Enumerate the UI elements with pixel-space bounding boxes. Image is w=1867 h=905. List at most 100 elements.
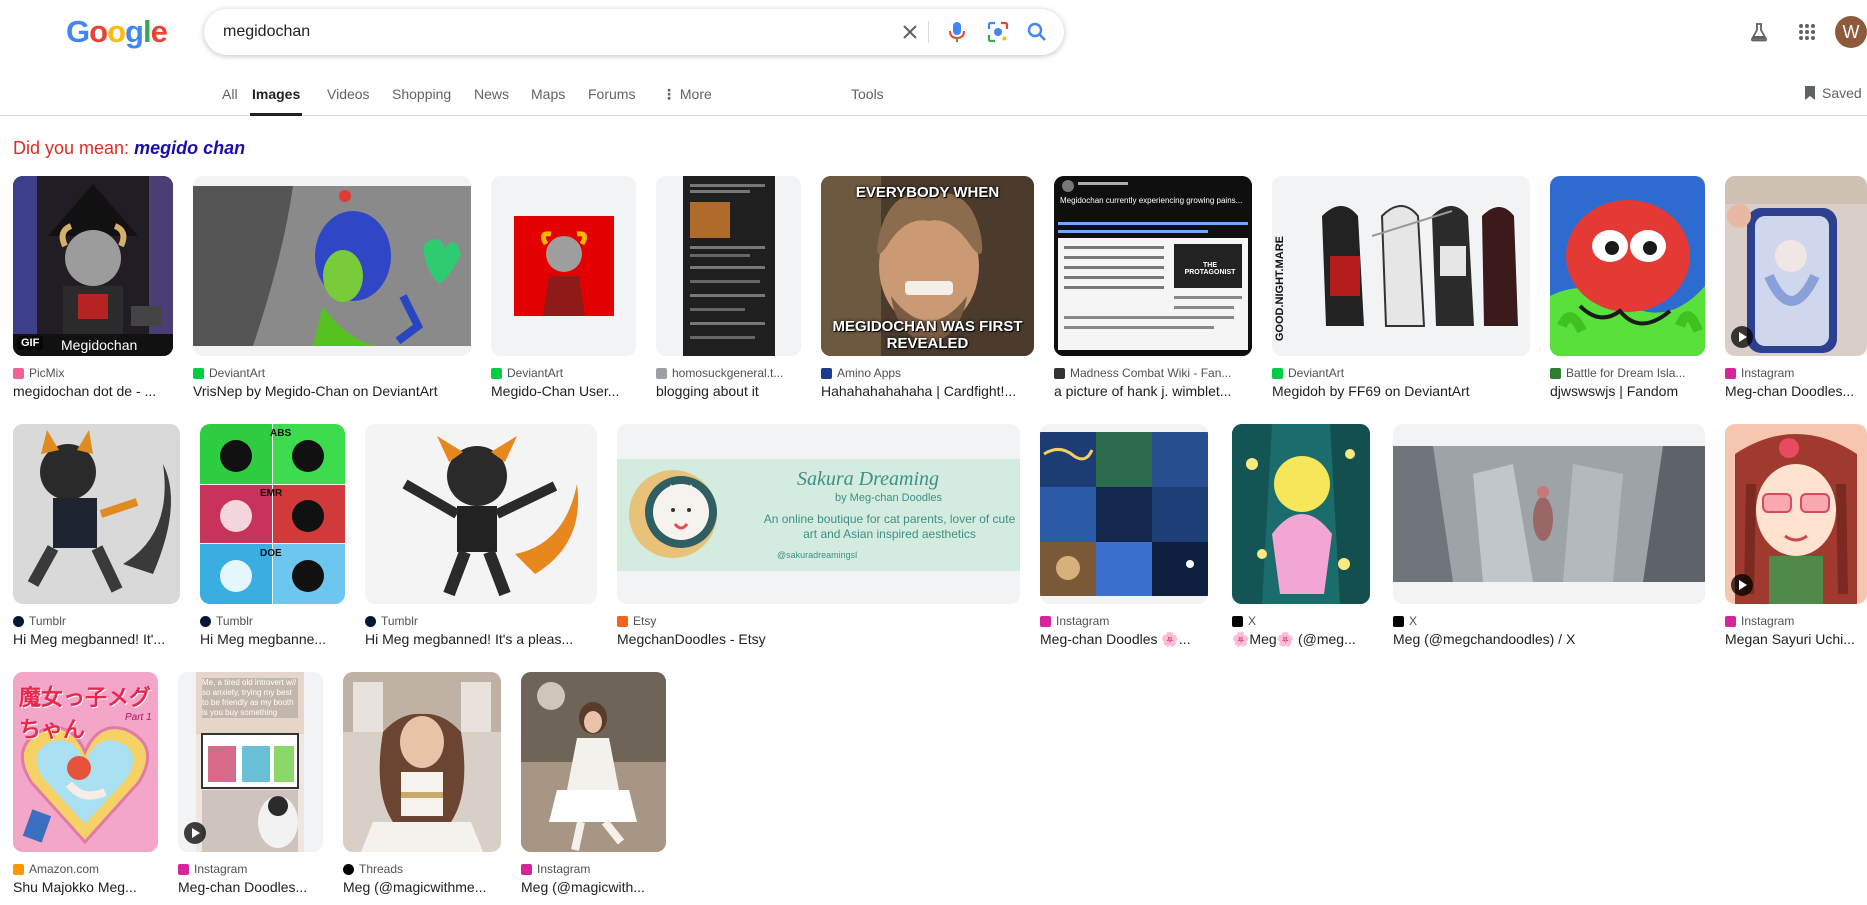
instagram-icon bbox=[1040, 615, 1051, 627]
result-title[interactable]: VrisNep by Megido-Chan on DeviantArt bbox=[193, 383, 471, 399]
thumbnail-label: ABS bbox=[270, 428, 292, 439]
result-title[interactable]: 🌸Meg🌸 (@meg... bbox=[1232, 631, 1370, 648]
image-result[interactable]: Instagram Megan Sayuri Uchi... bbox=[1725, 424, 1867, 647]
google-logo[interactable]: Google bbox=[66, 14, 168, 50]
saved-label: Saved bbox=[1822, 85, 1862, 101]
image-result[interactable]: Instagram Meg-chan Doodles... bbox=[1725, 176, 1867, 399]
thumbnail-caption: Megidochan bbox=[61, 337, 137, 353]
microphone-icon[interactable] bbox=[945, 20, 969, 44]
image-result[interactable]: homosuckgeneral.t... blogging about it bbox=[656, 176, 801, 399]
clear-icon[interactable] bbox=[898, 20, 922, 44]
source-name: Tumblr bbox=[381, 614, 418, 628]
source-name: Instagram bbox=[537, 862, 591, 876]
result-source: Amino Apps bbox=[821, 366, 1034, 380]
source-name: DeviantArt bbox=[507, 366, 564, 380]
tab-images[interactable]: Images bbox=[250, 86, 303, 116]
tab-tools[interactable]: Tools bbox=[851, 86, 884, 116]
lens-icon[interactable] bbox=[986, 20, 1010, 44]
tweet-text: Megidochan currently experiencing growin… bbox=[1060, 196, 1243, 205]
result-source: X bbox=[1393, 614, 1705, 628]
result-thumbnail: Sakura Dreaming by Meg-chan Doodles An o… bbox=[617, 424, 1020, 604]
result-source: X bbox=[1232, 614, 1370, 628]
tab-shopping[interactable]: Shopping bbox=[392, 86, 451, 116]
image-result[interactable]: Me, a tired old introvert w// so anxiety… bbox=[178, 672, 323, 895]
result-title[interactable]: Megidoh by FF69 on DeviantArt bbox=[1272, 383, 1530, 399]
result-thumbnail: Me, a tired old introvert w// so anxiety… bbox=[178, 672, 323, 852]
result-title[interactable]: djwswswjs | Fandom bbox=[1550, 383, 1705, 399]
result-source: Madness Combat Wiki - Fan... bbox=[1054, 366, 1252, 380]
image-result[interactable]: ABS EMR DOE Tumblr Hi Meg megbanne... bbox=[200, 424, 345, 647]
result-title[interactable]: Hi Meg megbanned! It's a pleas... bbox=[365, 631, 597, 647]
fandom-icon bbox=[1550, 367, 1561, 379]
video-indicator-icon bbox=[184, 822, 206, 844]
image-result[interactable]: Battle for Dream Isla... djwswswjs | Fan… bbox=[1550, 176, 1705, 399]
result-title[interactable]: blogging about it bbox=[656, 383, 801, 399]
search-input[interactable] bbox=[223, 18, 883, 46]
tab-more[interactable]: ⋮ More bbox=[662, 86, 712, 116]
result-source: Instagram bbox=[1725, 366, 1867, 380]
tab-maps[interactable]: Maps bbox=[531, 86, 565, 116]
result-title[interactable]: Meg-chan Doodles... bbox=[1725, 383, 1867, 399]
video-indicator-icon bbox=[1731, 574, 1753, 596]
tab-videos[interactable]: Videos bbox=[327, 86, 370, 116]
image-result[interactable]: 魔女っ子メグちゃん Part 1 Amazon.com Shu Majokko … bbox=[13, 672, 158, 895]
image-result[interactable]: X 🌸Meg🌸 (@meg... bbox=[1232, 424, 1370, 648]
image-result[interactable]: Instagram Meg-chan Doodles 🌸... bbox=[1040, 424, 1208, 648]
result-source: Instagram bbox=[178, 862, 323, 876]
result-title[interactable]: MegchanDoodles - Etsy bbox=[617, 631, 1020, 647]
image-result[interactable]: Megidochan currently experiencing growin… bbox=[1054, 176, 1252, 399]
image-result[interactable]: EVERYBODY WHEN MEGIDOCHAN WAS FIRST REVE… bbox=[821, 176, 1034, 399]
source-name: homosuckgeneral.t... bbox=[672, 366, 784, 380]
result-title[interactable]: Hi Meg megbanne... bbox=[200, 631, 345, 647]
instagram-icon bbox=[178, 863, 189, 875]
result-title[interactable]: Megan Sayuri Uchi... bbox=[1725, 631, 1867, 647]
tab-all[interactable]: All bbox=[222, 86, 238, 116]
image-result[interactable]: Tumblr Hi Meg megbanned! It'... bbox=[13, 424, 180, 647]
thumbnail-caption: GOOD.NIGHT.MARE bbox=[1274, 236, 1286, 342]
did-you-mean-link[interactable]: megido chan bbox=[134, 138, 245, 158]
tab-forums[interactable]: Forums bbox=[588, 86, 635, 116]
result-title[interactable]: megidochan dot de - ... bbox=[13, 383, 173, 399]
result-thumbnail bbox=[1725, 424, 1867, 604]
x-icon bbox=[1393, 615, 1404, 627]
result-thumbnail: GOOD.NIGHT.MARE bbox=[1272, 176, 1530, 356]
result-title[interactable]: a picture of hank j. wimblet... bbox=[1054, 383, 1252, 399]
result-title[interactable]: Meg (@megchandoodles) / X bbox=[1393, 631, 1705, 647]
result-title[interactable]: Meg-chan Doodles... bbox=[178, 879, 323, 895]
image-result[interactable]: Megidochan GIF PicMix megidochan dot de … bbox=[13, 176, 173, 399]
image-result[interactable]: Instagram Meg (@magicwith... bbox=[521, 672, 666, 895]
deviantart-icon bbox=[193, 367, 204, 379]
result-title[interactable]: Meg-chan Doodles 🌸... bbox=[1040, 631, 1208, 648]
result-source: Tumblr bbox=[200, 614, 345, 628]
result-title[interactable]: Megido-Chan User... bbox=[491, 383, 636, 399]
meme-bottom-text: MEGIDOCHAN WAS FIRST REVEALED bbox=[832, 318, 1023, 352]
image-result[interactable]: Sakura Dreaming by Meg-chan Doodles An o… bbox=[617, 424, 1020, 647]
thumbnail-part: Part 1 bbox=[125, 712, 152, 723]
result-title[interactable]: Meg (@magicwithme... bbox=[343, 879, 501, 895]
tab-news[interactable]: News bbox=[474, 86, 509, 116]
result-source: Tumblr bbox=[365, 614, 597, 628]
image-result[interactable]: Threads Meg (@magicwithme... bbox=[343, 672, 501, 895]
result-thumbnail bbox=[491, 176, 636, 356]
search-icon[interactable] bbox=[1025, 20, 1049, 44]
image-result[interactable]: DeviantArt Megido-Chan User... bbox=[491, 176, 636, 399]
labs-flask-icon[interactable] bbox=[1747, 20, 1771, 44]
result-thumbnail bbox=[1393, 424, 1705, 604]
image-result[interactable]: X Meg (@megchandoodles) / X bbox=[1393, 424, 1705, 647]
apps-grid-icon[interactable] bbox=[1795, 20, 1819, 44]
account-avatar[interactable]: W bbox=[1835, 16, 1867, 48]
result-title[interactable]: Hi Meg megbanned! It'... bbox=[13, 631, 180, 647]
image-result[interactable]: Tumblr Hi Meg megbanned! It's a pleas... bbox=[365, 424, 597, 647]
result-title[interactable]: Hahahahahahaha | Cardfight!... bbox=[821, 383, 1034, 399]
source-name: DeviantArt bbox=[1288, 366, 1345, 380]
result-title[interactable]: Shu Majokko Meg... bbox=[13, 879, 158, 895]
deviantart-icon bbox=[491, 367, 502, 379]
source-name: Threads bbox=[359, 862, 404, 876]
threads-icon bbox=[343, 863, 354, 875]
saved-link[interactable]: Saved bbox=[1804, 85, 1862, 101]
tumblr-icon bbox=[13, 615, 24, 627]
result-title[interactable]: Meg (@magicwith... bbox=[521, 879, 666, 895]
image-result[interactable]: DeviantArt VrisNep by Megido-Chan on Dev… bbox=[193, 176, 471, 399]
tumblr-icon bbox=[365, 615, 376, 627]
image-result[interactable]: GOOD.NIGHT.MARE DeviantArt Megidoh by FF… bbox=[1272, 176, 1530, 399]
